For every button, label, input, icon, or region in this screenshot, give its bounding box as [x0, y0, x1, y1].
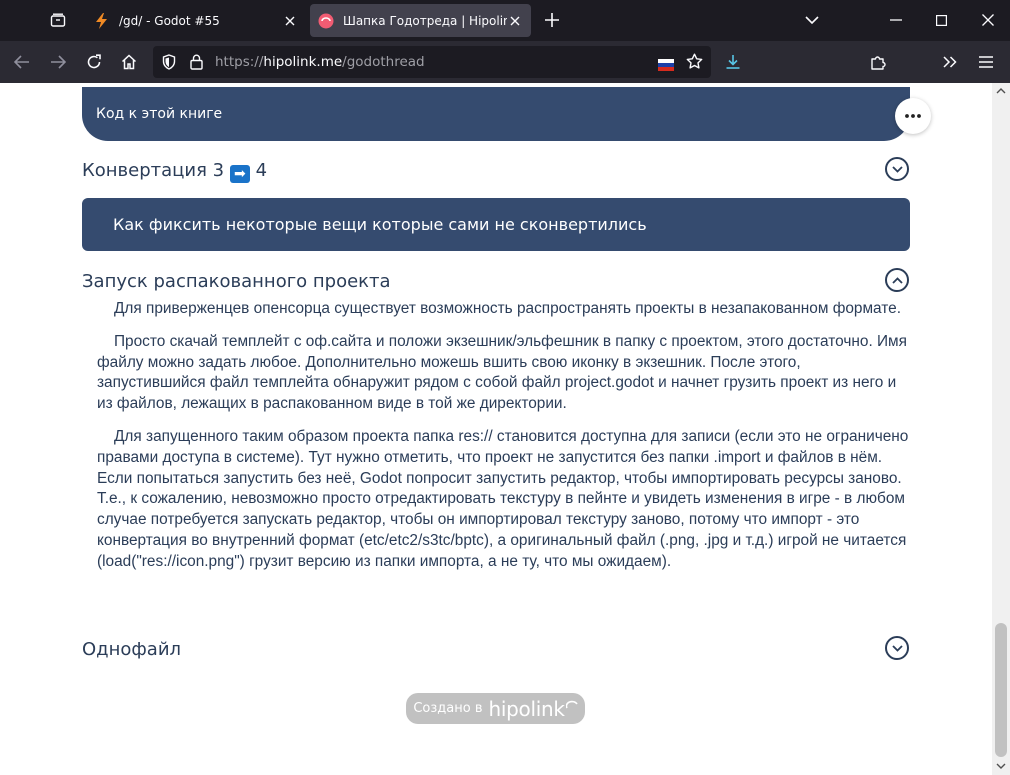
puzzle-icon [871, 56, 886, 70]
double-chevron-right-icon [943, 56, 957, 68]
tracking-protection-shield-icon[interactable] [162, 54, 176, 74]
accordion-toggle-single-file[interactable] [885, 636, 909, 660]
close-tab-icon[interactable] [507, 13, 523, 29]
tab-hipolink[interactable]: Шапка Годотреда | Hipolink [310, 4, 531, 37]
tab-godot-thread[interactable]: /gd/ - Godot #55 [86, 4, 306, 37]
paragraph: Для запущенного таким образом проекта па… [97, 427, 909, 570]
section-title: Конвертация 3 [82, 160, 225, 181]
accordion-title-unpacked-launch[interactable]: Запуск распакованного проекта [82, 271, 391, 292]
home-icon [121, 54, 137, 70]
reload-icon [87, 54, 101, 69]
maximize-icon [935, 14, 947, 26]
downloads-button[interactable] [721, 50, 745, 74]
close-icon [982, 14, 994, 26]
accordion-toggle-unpacked-launch[interactable] [885, 268, 909, 292]
accordion-title-conversion[interactable]: Конвертация 3 ➡ 4 [82, 160, 267, 183]
url-prefix: https:// [215, 54, 264, 70]
hipolink-favicon-icon [318, 13, 334, 29]
maximize-button[interactable] [931, 10, 951, 30]
close-tab-icon[interactable] [282, 13, 298, 29]
section-title: Однофайл [82, 639, 182, 660]
extensions-button[interactable] [866, 50, 890, 74]
footer-made-label: Создано в [413, 701, 483, 716]
bookmark-star-icon[interactable] [686, 53, 703, 74]
download-icon [726, 55, 740, 69]
minimize-button[interactable] [886, 10, 906, 30]
more-options-button[interactable] [895, 98, 931, 134]
scrollbar-thumb[interactable] [995, 623, 1007, 757]
scroll-down-arrow-icon[interactable] [996, 763, 1006, 769]
page-content: Код к этой книге Конвертация 3 ➡ 4 Как ф… [0, 83, 992, 775]
forward-button[interactable] [46, 50, 70, 74]
url-host: hipolink.me [263, 54, 343, 70]
chevron-down-icon [805, 15, 819, 24]
section-title-tail: 4 [255, 160, 268, 181]
accordion-toggle-conversion[interactable] [885, 157, 909, 181]
arrow-right-icon [51, 55, 66, 69]
arrow-left-icon [14, 55, 29, 69]
paragraph: Просто скачай темплейт с оф.сайта и поло… [97, 332, 907, 413]
accordion-body-unpacked-launch: Для приверженцев опенсорца существует во… [97, 299, 909, 585]
lock-icon[interactable] [190, 54, 203, 74]
made-with-hipolink-badge[interactable]: Создано в hipolink [406, 693, 585, 724]
section-title: Запуск распакованного проекта [82, 271, 391, 292]
overflow-menu-button[interactable] [938, 50, 962, 74]
ellipsis-icon [905, 114, 921, 118]
hipolink-logo: hipolink [488, 696, 565, 721]
conversion-fix-link-button[interactable]: Как фиксить некоторые вещи которые сами … [82, 198, 910, 251]
list-all-tabs-button[interactable] [802, 10, 822, 30]
back-button[interactable] [10, 50, 34, 74]
new-tab-button[interactable] [542, 10, 562, 30]
url-text[interactable]: https://hipolink.me/godothread [215, 54, 425, 70]
url-path: /godothread [342, 54, 425, 70]
top-link-button[interactable]: Код к этой книге [82, 87, 910, 141]
chevron-down-icon [891, 165, 903, 173]
paragraph: Для приверженцев опенсорца существует во… [114, 300, 901, 317]
accordion-title-single-file[interactable]: Однофайл [82, 639, 181, 660]
russian-flag-icon[interactable] [658, 56, 674, 71]
chevron-down-icon [891, 644, 903, 652]
tab-title: /gd/ - Godot #55 [119, 13, 220, 28]
home-button[interactable] [117, 50, 141, 74]
tab-title: Шапка Годотреда | Hipolink [343, 13, 507, 28]
close-window-button[interactable] [978, 10, 998, 30]
lightning-favicon-icon [94, 12, 110, 29]
tab-groups-button[interactable] [47, 10, 69, 30]
hamburger-menu-icon [979, 56, 993, 68]
app-menu-button[interactable] [974, 50, 998, 74]
reload-button[interactable] [82, 50, 106, 74]
firefox-view-icon [50, 13, 66, 27]
plus-icon [545, 13, 559, 27]
address-bar[interactable]: https://hipolink.me/godothread [153, 46, 711, 78]
scroll-up-arrow-icon[interactable] [996, 88, 1006, 94]
top-link-label: Код к этой книге [96, 106, 223, 122]
arrow-right-emoji-icon: ➡ [229, 165, 250, 183]
hipolink-logo-icon [565, 700, 578, 708]
navigation-toolbar: https://hipolink.me/godothread [0, 41, 1010, 83]
tab-bar: /gd/ - Godot #55 Шапка Годотреда | Hipol… [0, 0, 1010, 41]
chevron-up-icon [891, 276, 903, 284]
page-scrollbar[interactable] [992, 83, 1010, 775]
minimize-icon [890, 19, 902, 21]
conversion-fix-link-label: Как фиксить некоторые вещи которые сами … [113, 215, 647, 234]
